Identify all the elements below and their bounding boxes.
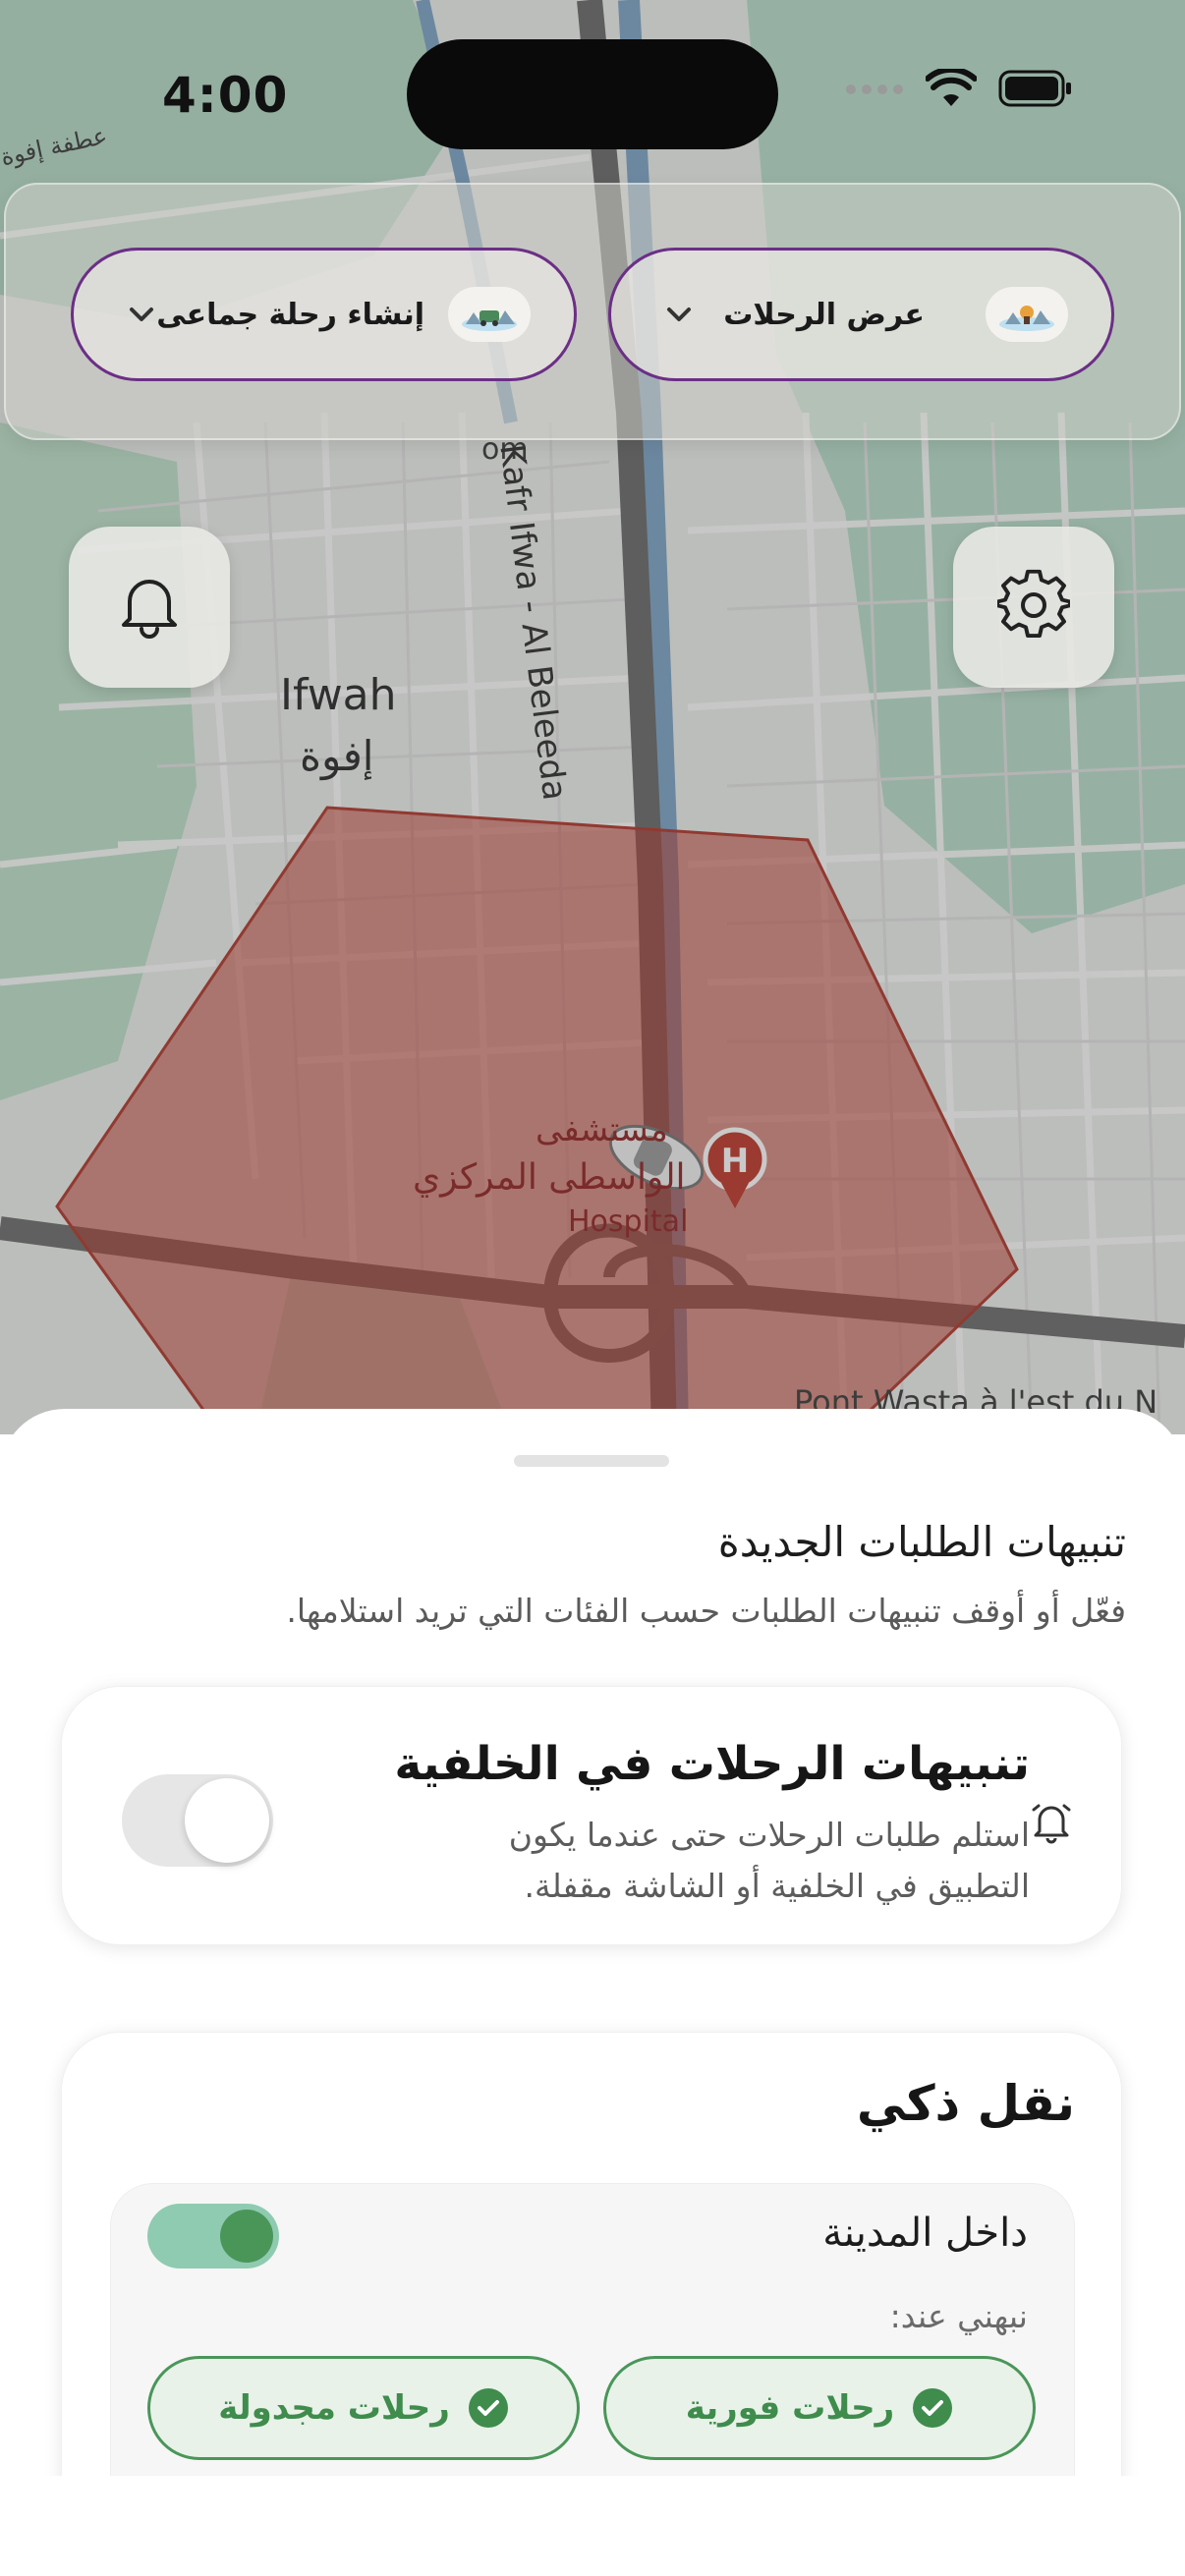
group-trip-illustration-icon <box>448 287 531 342</box>
bell-icon <box>118 572 181 643</box>
smart-transport-title: نقل ذكي <box>856 2075 1075 2132</box>
sheet-title: تنبيهات الطلبات الجديدة <box>717 1518 1126 1566</box>
background-alerts-title: تنبيهات الرحلات في الخلفية <box>394 1737 1030 1791</box>
create-group-trip-label: إنشاء رحلة جماعى <box>156 297 424 332</box>
map-label-hospital-ar-1: مستشفى <box>536 1110 668 1149</box>
status-time: 4:00 <box>162 67 289 124</box>
view-trips-dropdown[interactable]: عرض الرحلات <box>608 248 1114 381</box>
status-icons <box>845 66 1073 112</box>
map-label-ifwah: Ifwah <box>280 670 397 720</box>
check-circle-icon <box>468 2387 509 2429</box>
map-label-hospital-en: Hospital <box>568 1204 689 1239</box>
settings-button[interactable] <box>953 527 1114 688</box>
trips-illustration-icon <box>986 287 1068 342</box>
battery-icon <box>998 70 1073 111</box>
chevron-down-icon <box>662 298 696 331</box>
gear-icon <box>995 569 1072 645</box>
sheet-drag-handle[interactable] <box>514 1455 669 1467</box>
sheet-subtitle: فعّل أو أوقف تنبيهات الطلبات حسب الفئات … <box>286 1592 1126 1630</box>
toggle-knob <box>185 1778 269 1863</box>
create-group-trip-dropdown[interactable]: إنشاء رحلة جماعى <box>71 248 577 381</box>
background-alerts-description: استلم طلبات الرحلات حتى عندما يكون التطب… <box>508 1816 1030 1905</box>
sheet-bottom-fade <box>0 2476 1185 2576</box>
toggle-knob <box>220 2210 273 2263</box>
dynamic-island <box>407 39 778 149</box>
check-circle-icon <box>912 2387 953 2429</box>
scheduled-trips-chip[interactable]: رحلات مجدولة <box>147 2356 580 2460</box>
map-label-hospital-ar-2: الواسطى المركزي <box>413 1157 686 1198</box>
notifications-button[interactable] <box>69 527 230 688</box>
background-alerts-toggle[interactable] <box>122 1774 273 1867</box>
in-city-toggle[interactable] <box>147 2204 279 2268</box>
chevron-down-icon <box>125 298 158 331</box>
alarm-bell-icon <box>1028 1798 1075 1845</box>
instant-trips-label: رحلات فورية <box>685 2388 895 2428</box>
wifi-icon <box>925 66 978 112</box>
instant-trips-chip[interactable]: رحلات فورية <box>603 2356 1036 2460</box>
notify-me-label: نبهني عند: <box>889 2297 1028 2335</box>
view-trips-label: عرض الرحلات <box>723 297 925 332</box>
scheduled-trips-label: رحلات مجدولة <box>218 2388 450 2428</box>
map-label-ifwah-ar: إفوة <box>300 732 374 780</box>
in-city-title: داخل المدينة <box>822 2211 1028 2256</box>
signal-dots-icon <box>845 82 904 100</box>
